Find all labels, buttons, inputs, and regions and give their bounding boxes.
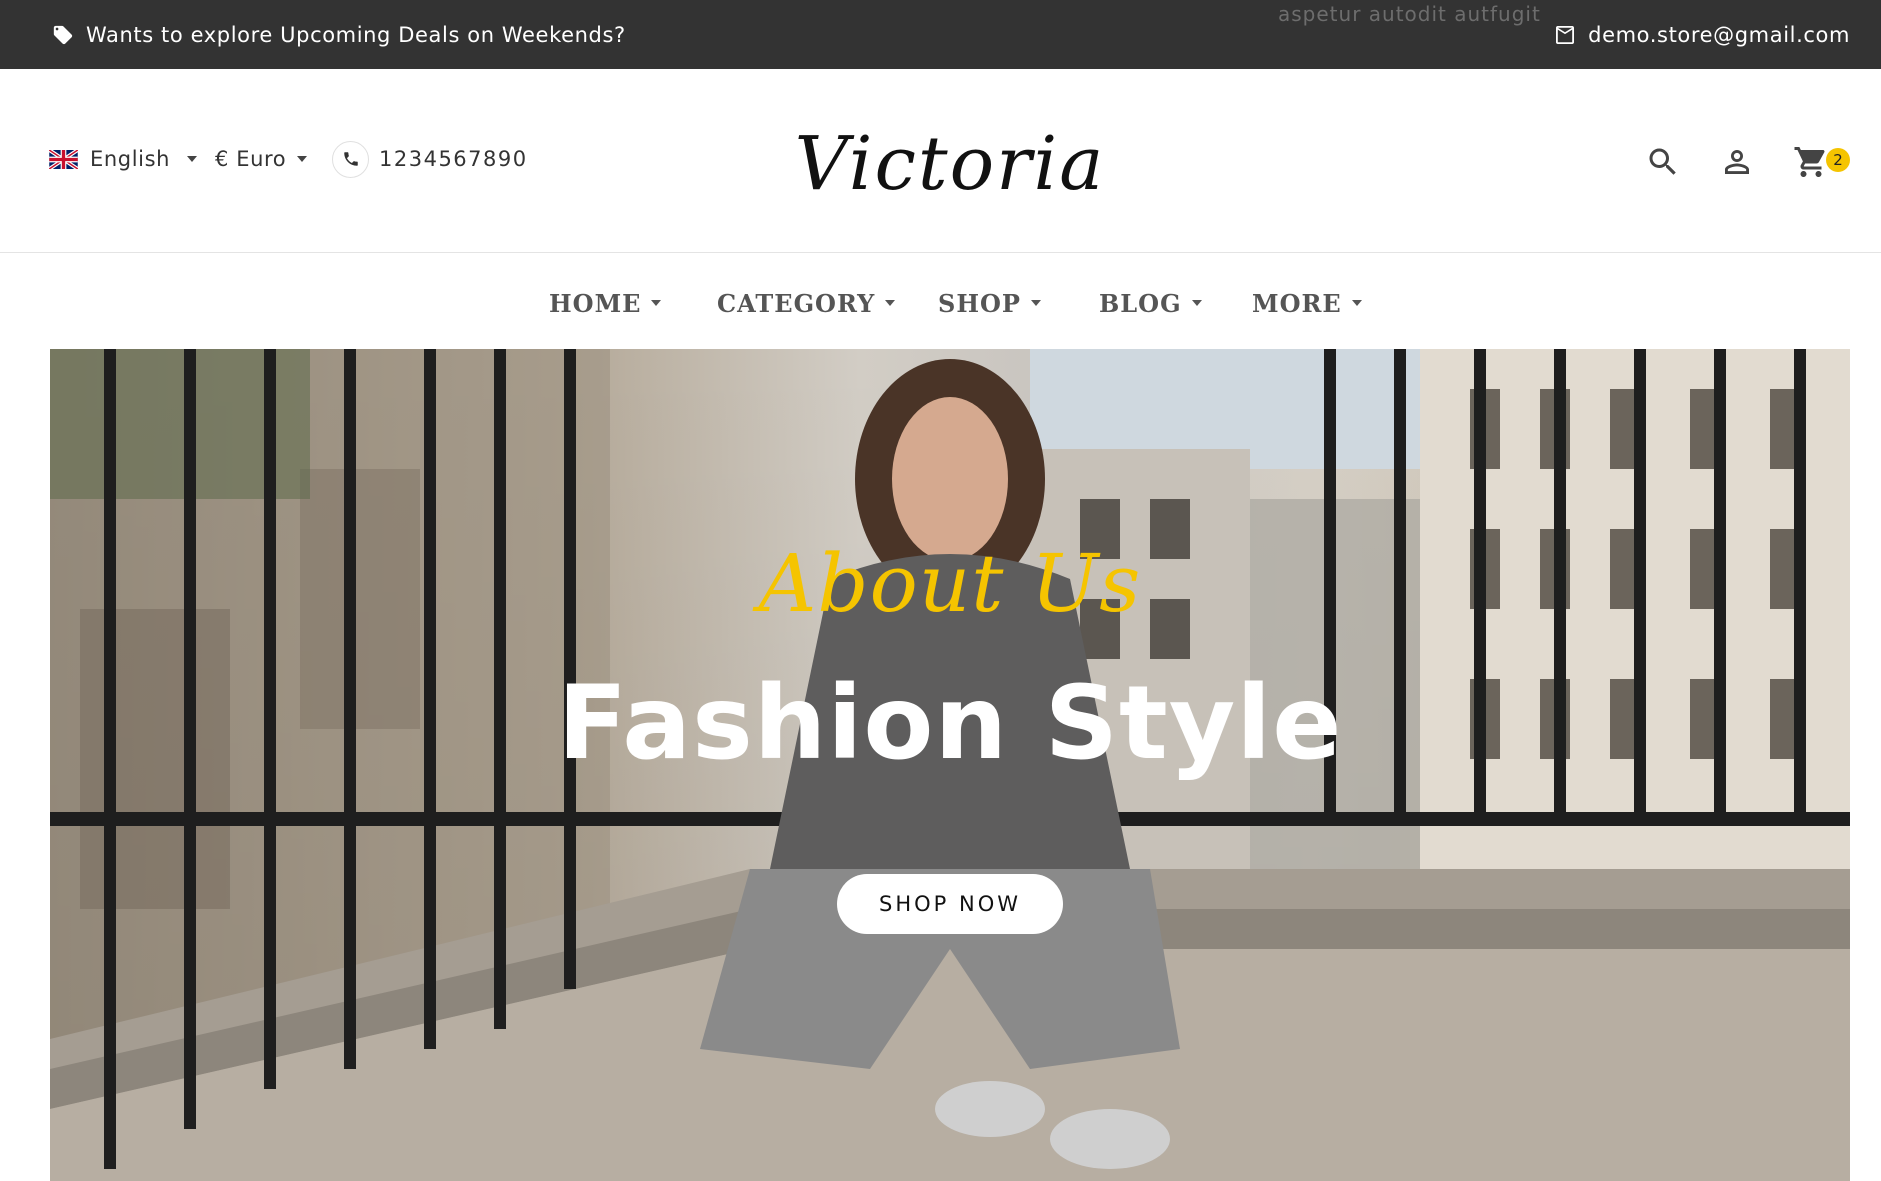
site-header: English € Euro 1234567890 Victoria <box>0 69 1881 253</box>
site-logo[interactable]: Victoria <box>790 114 1110 214</box>
nav-item-more[interactable]: MORE <box>1252 286 1362 320</box>
nav-label: HOME <box>549 288 642 318</box>
nav-item-blog[interactable]: BLOG <box>1099 286 1202 320</box>
nav-label: BLOG <box>1099 288 1182 318</box>
ghost-text: aspetur autodit autfugit <box>1278 2 1541 26</box>
chevron-down-icon <box>1351 300 1362 306</box>
email-link[interactable]: demo.store@gmail.com <box>1554 20 1850 50</box>
nav-label: CATEGORY <box>717 288 876 318</box>
email-text: demo.store@gmail.com <box>1588 23 1850 47</box>
hero-subtitle: About Us <box>758 537 1142 630</box>
nav-item-category[interactable]: CATEGORY <box>717 286 896 320</box>
tag-icon <box>52 24 74 46</box>
nav-label: SHOP <box>938 288 1021 318</box>
chevron-down-icon <box>885 300 896 306</box>
language-label: English <box>90 147 171 171</box>
chevron-down-icon <box>651 300 662 306</box>
language-selector[interactable]: English <box>49 144 198 174</box>
chevron-down-icon <box>1191 300 1202 306</box>
cart-icon[interactable] <box>1793 144 1829 180</box>
deals-text: Wants to explore Upcoming Deals on Weeke… <box>86 23 626 47</box>
mail-icon <box>1554 26 1576 44</box>
chevron-down-icon <box>297 156 308 162</box>
hero-banner: About Us Fashion Style SHOP NOW <box>50 349 1850 1181</box>
nav-label: MORE <box>1252 288 1342 318</box>
phone-number: 1234567890 <box>379 147 528 171</box>
nav-item-shop[interactable]: SHOP <box>938 286 1041 320</box>
main-nav: HOME CATEGORY SHOP BLOG MORE <box>0 254 1881 350</box>
chevron-down-icon <box>187 156 198 162</box>
uk-flag-icon <box>49 149 78 169</box>
deals-promo[interactable]: Wants to explore Upcoming Deals on Weeke… <box>52 20 626 50</box>
user-icon[interactable] <box>1719 144 1755 180</box>
cart-count-badge: 2 <box>1826 148 1850 172</box>
phone-contact[interactable]: 1234567890 <box>332 140 528 178</box>
currency-label: € Euro <box>215 147 287 171</box>
chevron-down-icon <box>1030 300 1041 306</box>
shop-now-button[interactable]: SHOP NOW <box>837 874 1063 934</box>
hero-title: Fashion Style <box>557 664 1343 783</box>
top-bar: Wants to explore Upcoming Deals on Weeke… <box>0 0 1881 69</box>
currency-selector[interactable]: € Euro <box>215 144 308 174</box>
nav-item-home[interactable]: HOME <box>549 286 662 320</box>
search-icon[interactable] <box>1645 144 1681 180</box>
phone-icon <box>332 140 369 178</box>
